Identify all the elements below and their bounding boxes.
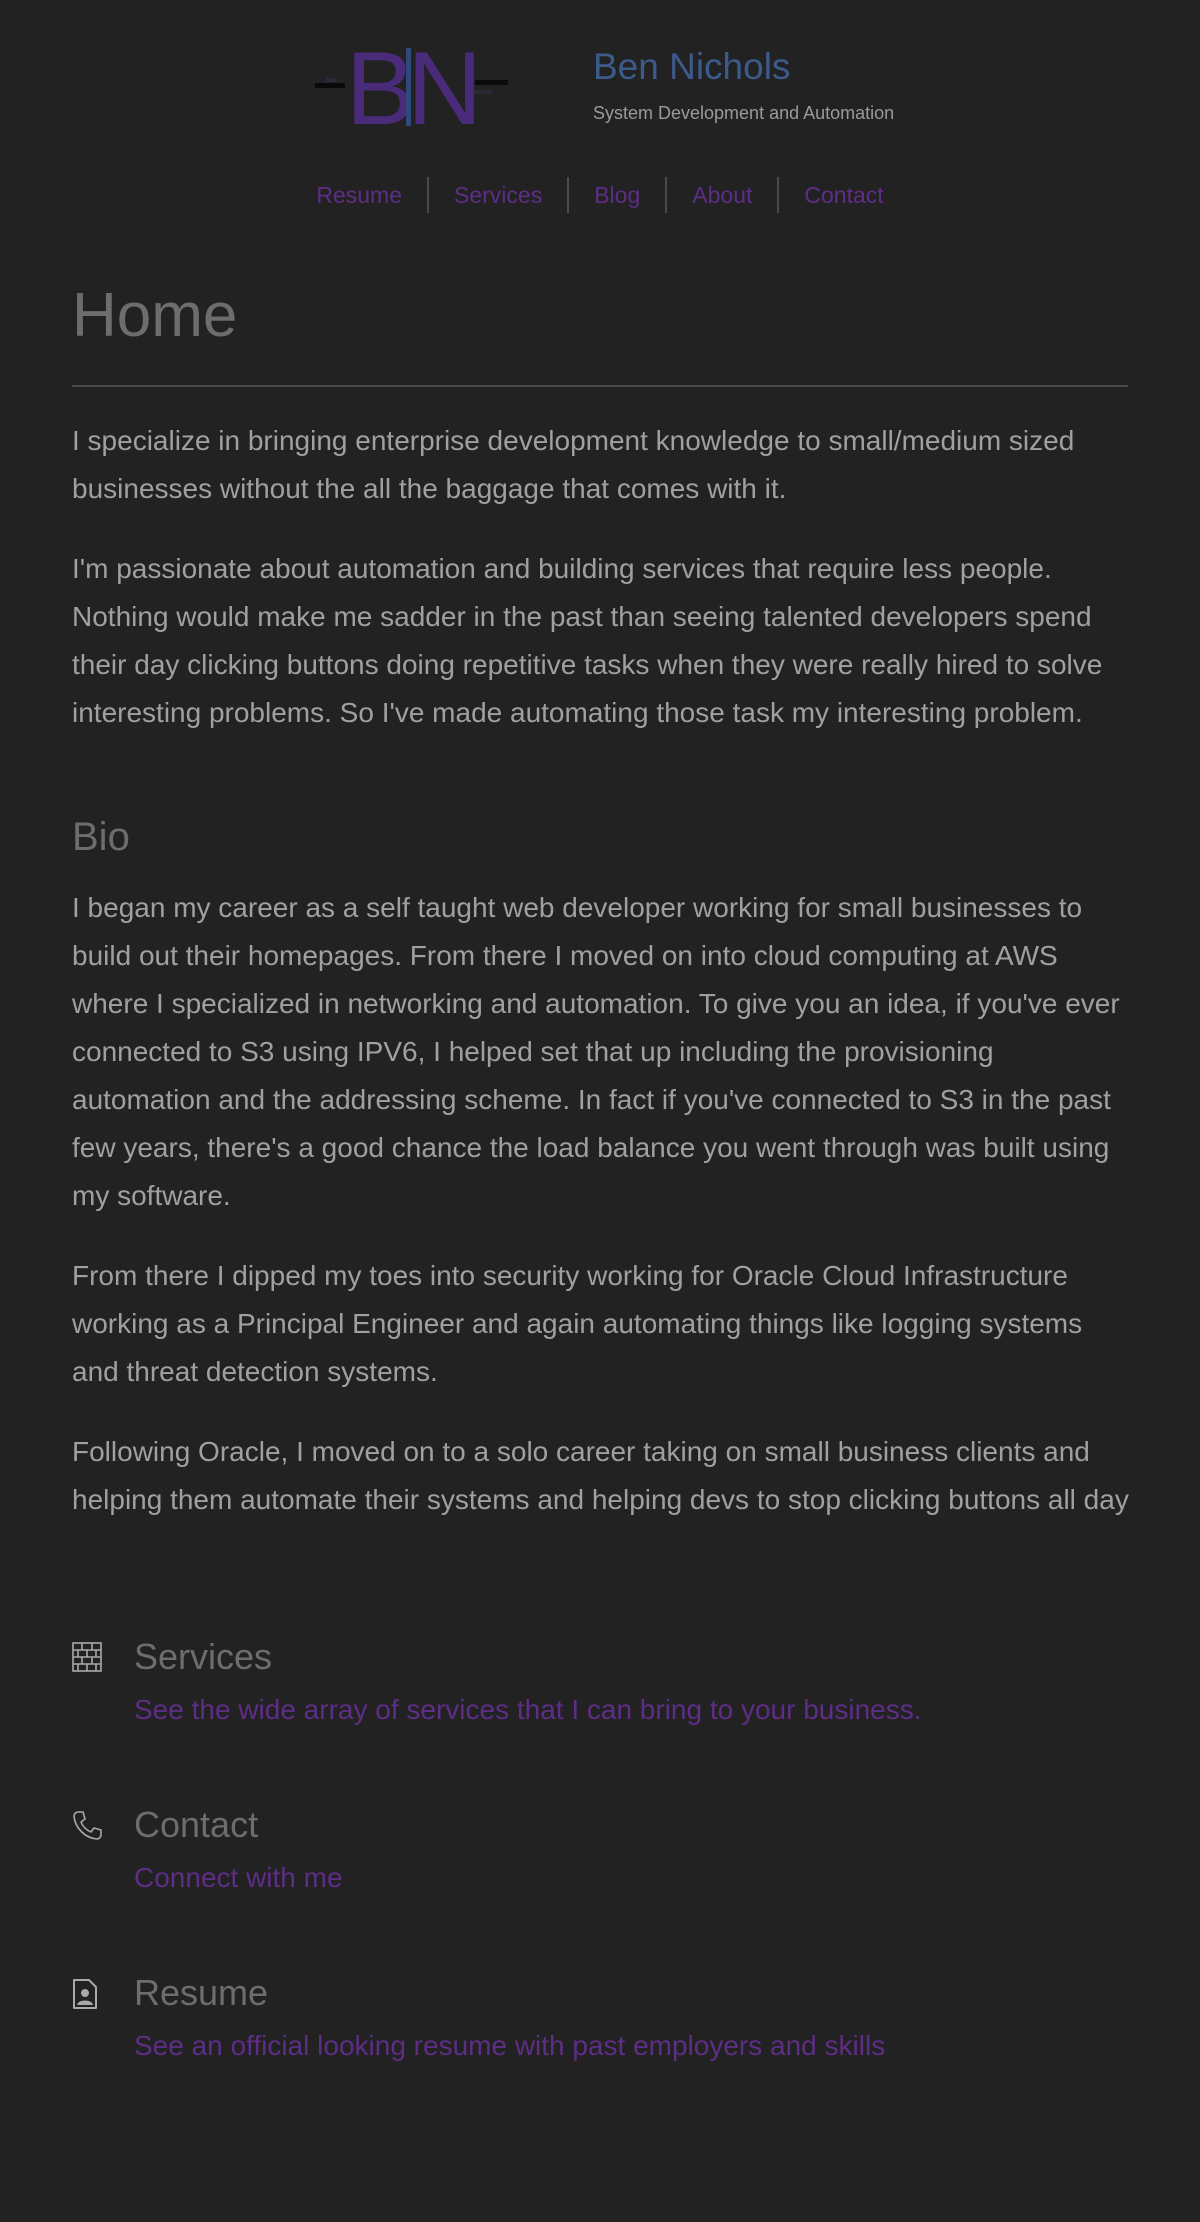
title-divider (72, 385, 1128, 387)
feature-resume: Resume See an official looking resume wi… (72, 1972, 1128, 2082)
site-header: BN Ben Nichols Ben Nichols System Develo… (0, 0, 1200, 213)
main-nav: Resume Services Blog About Contact (0, 177, 1200, 213)
svg-text:Ben: Ben (326, 78, 337, 84)
svg-text:Nichols: Nichols (472, 90, 492, 96)
feature-title: Services (134, 1636, 273, 1677)
bio-paragraph: I began my career as a self taught web d… (72, 892, 1120, 1211)
intro-paragraph: I specialize in bringing enterprise deve… (72, 425, 1075, 504)
nav-item-blog[interactable]: Blog (569, 177, 668, 213)
page: BN Ben Nichols Ben Nichols System Develo… (0, 0, 1200, 2222)
feature-title: Resume (134, 1972, 269, 2013)
intro-paragraph: I'm passionate about automation and buil… (72, 553, 1103, 728)
bio-paragraph: Following Oracle, I moved on to a solo c… (72, 1436, 1129, 1515)
phone-icon (72, 1810, 102, 1844)
site-title[interactable]: Ben Nichols (593, 46, 790, 88)
site-subtitle: System Development and Automation (593, 103, 895, 123)
bn-logo-icon: BN Ben Nichols (315, 31, 508, 147)
nav-item-contact[interactable]: Contact (779, 177, 908, 213)
page-title: Home (72, 281, 238, 350)
feature-services: Services See the wide array of services … (72, 1636, 1128, 1746)
resume-document-icon (72, 1978, 102, 2012)
bio-heading: Bio (72, 815, 130, 859)
nav-item-about[interactable]: About (667, 177, 780, 213)
nav-item-resume[interactable]: Resume (291, 177, 430, 213)
contact-link[interactable]: Connect with me (134, 1862, 343, 1894)
feature-title: Contact (134, 1804, 259, 1845)
brick-wall-icon (72, 1642, 102, 1676)
bio-paragraph: From there I dipped my toes into securit… (72, 1260, 1083, 1387)
site-logo[interactable]: BN Ben Nichols (312, 31, 508, 147)
resume-link[interactable]: See an official looking resume with past… (134, 2030, 885, 2062)
nav-item-services[interactable]: Services (429, 177, 570, 213)
feature-contact: Contact Connect with me (72, 1804, 1128, 1914)
services-link[interactable]: See the wide array of services that I ca… (134, 1694, 922, 1726)
